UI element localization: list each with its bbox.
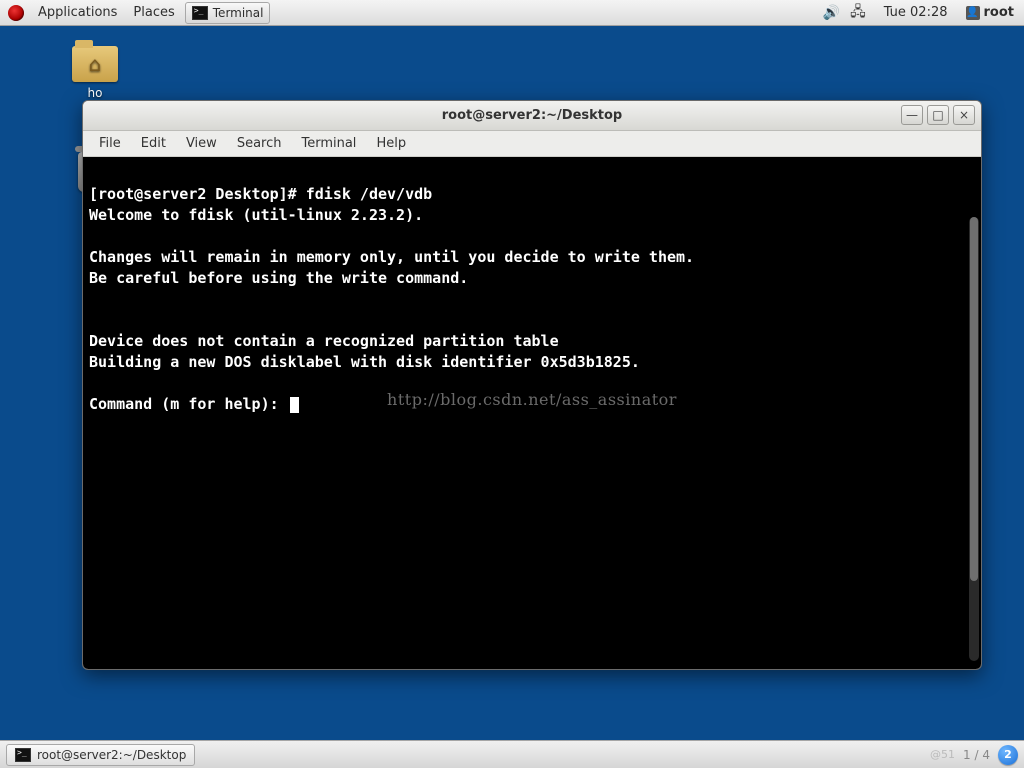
menu-view[interactable]: View xyxy=(176,133,227,154)
terminal-prompt: Command (m for help): xyxy=(89,395,299,413)
window-titlebar[interactable]: root@server2:~/Desktop — □ × xyxy=(83,101,981,131)
desktop-home-label: ho xyxy=(60,86,130,100)
menu-edit[interactable]: Edit xyxy=(131,133,176,154)
terminal-line: Welcome to fdisk (util-linux 2.23.2). xyxy=(89,206,423,224)
terminal-icon xyxy=(192,6,208,20)
desktop-home-folder[interactable]: ho xyxy=(60,46,130,100)
scrollbar-thumb[interactable] xyxy=(970,217,978,581)
places-menu[interactable]: Places xyxy=(125,0,182,25)
terminal-line: Changes will remain in memory only, unti… xyxy=(89,248,694,266)
taskbar-terminal-button[interactable]: Terminal xyxy=(185,2,271,24)
taskbar-terminal-label: Terminal xyxy=(213,6,264,20)
network-icon[interactable]: 🖧 xyxy=(850,1,866,25)
menu-file[interactable]: File xyxy=(89,133,131,154)
user-icon: 👤 xyxy=(966,6,980,20)
taskbar-entry-terminal[interactable]: root@server2:~/Desktop xyxy=(6,744,195,766)
folder-home-icon xyxy=(72,46,118,82)
terminal-line: Building a new DOS disklabel with disk i… xyxy=(89,353,640,371)
user-menu[interactable]: 👤 root xyxy=(966,5,1015,20)
applications-menu[interactable]: Applications xyxy=(30,0,125,25)
minimize-button[interactable]: — xyxy=(901,105,923,125)
cursor xyxy=(290,397,299,413)
workspace-switcher[interactable]: 2 xyxy=(998,745,1018,765)
terminal-line: [root@server2 Desktop]# fdisk /dev/vdb xyxy=(89,185,432,203)
close-button[interactable]: × xyxy=(953,105,975,125)
window-title: root@server2:~/Desktop xyxy=(83,108,981,123)
terminal-window: root@server2:~/Desktop — □ × File Edit V… xyxy=(82,100,982,670)
terminal-line: Device does not contain a recognized par… xyxy=(89,332,559,350)
scrollbar[interactable] xyxy=(969,217,979,661)
maximize-button[interactable]: □ xyxy=(927,105,949,125)
menu-terminal[interactable]: Terminal xyxy=(291,133,366,154)
menubar: File Edit View Search Terminal Help xyxy=(83,131,981,157)
terminal-viewport[interactable]: [root@server2 Desktop]# fdisk /dev/vdb W… xyxy=(83,157,981,669)
page-indicator: 1 / 4 xyxy=(963,748,990,762)
top-panel: Applications Places Terminal 🔊 🖧 Tue 02:… xyxy=(0,0,1024,26)
taskbar-entry-label: root@server2:~/Desktop xyxy=(37,748,186,762)
bottom-panel: root@server2:~/Desktop @51 1 / 4 2 xyxy=(0,740,1024,768)
terminal-line: Be careful before using the write comman… xyxy=(89,269,468,287)
distro-icon[interactable] xyxy=(8,5,24,21)
menu-search[interactable]: Search xyxy=(227,133,292,154)
terminal-icon xyxy=(15,748,31,762)
volume-icon[interactable]: 🔊 xyxy=(823,5,840,21)
clock[interactable]: Tue 02:28 xyxy=(876,0,956,25)
faded-hint: @51 xyxy=(930,748,955,761)
menu-help[interactable]: Help xyxy=(366,133,416,154)
user-label: root xyxy=(984,5,1015,20)
